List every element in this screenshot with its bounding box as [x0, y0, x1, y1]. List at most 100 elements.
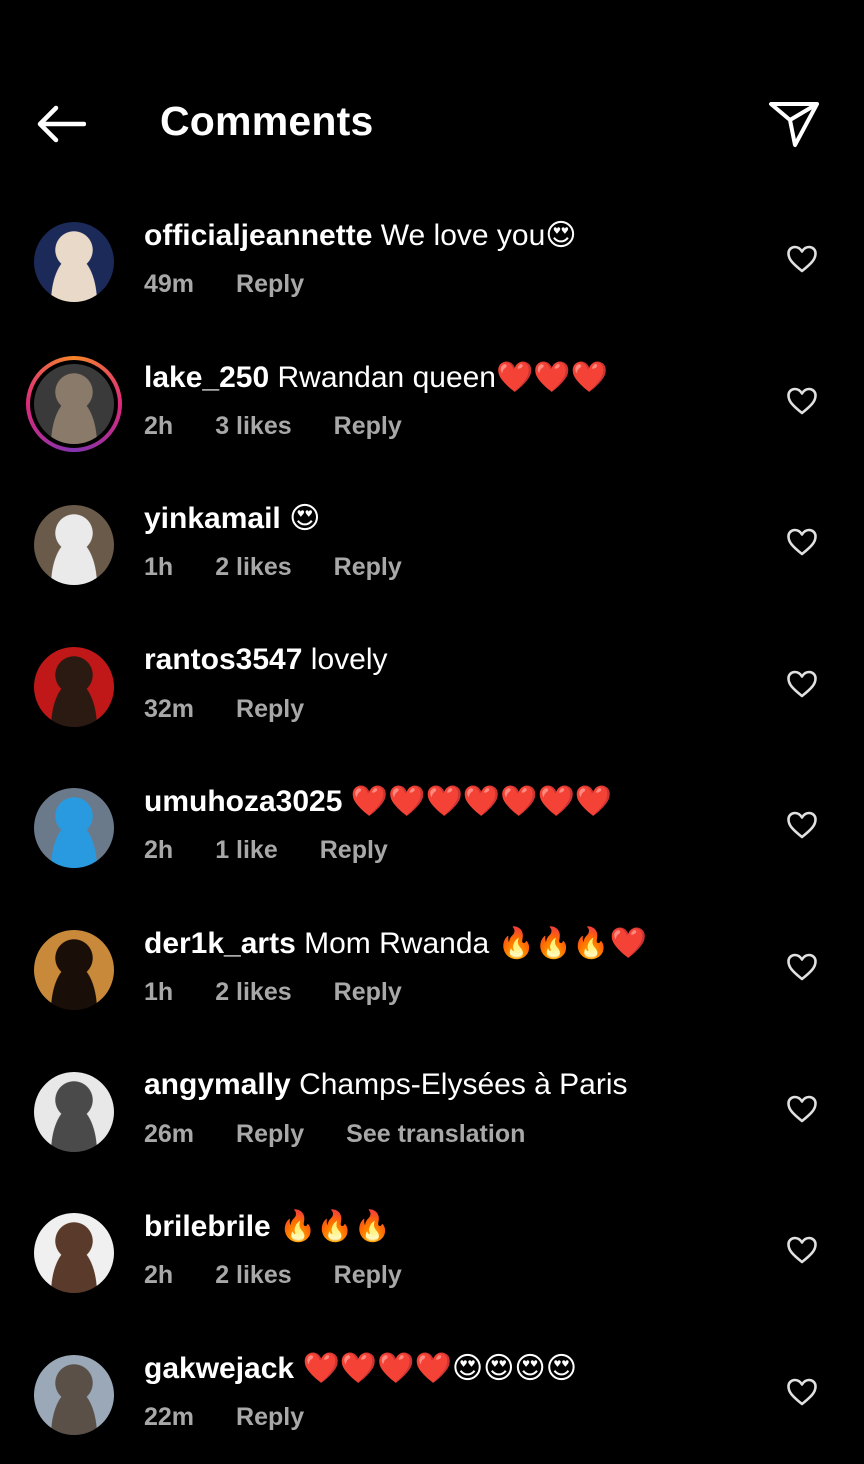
comment-likes[interactable]: 2 likes [215, 1261, 291, 1289]
comment-username[interactable]: umuhoza3025 [144, 785, 342, 818]
comment-text-line: lake_250 Rwandan queen❤️❤️❤️ [144, 360, 608, 395]
comment-username[interactable]: lake_250 [144, 361, 269, 394]
like-comment-button[interactable] [786, 1377, 818, 1407]
comment-text: 😍 [289, 502, 321, 536]
arrow-left-icon [37, 105, 86, 143]
comment-time: 2h [144, 1261, 174, 1290]
comment-time: 2h [144, 836, 174, 865]
comment-text: Champs-Elysées à Paris [299, 1067, 628, 1101]
heart-icon [787, 1236, 817, 1264]
see-translation-button[interactable]: See translation [346, 1120, 525, 1148]
avatar[interactable] [34, 788, 114, 869]
reply-button[interactable]: Reply [236, 1120, 304, 1148]
reply-button[interactable]: Reply [334, 1261, 402, 1289]
comment-text-line: umuhoza3025 ❤️❤️❤️❤️❤️❤️❤️ [144, 784, 612, 819]
comment-username[interactable]: angymally [144, 1068, 291, 1101]
comment-meta: 49m Reply [144, 270, 346, 299]
paper-plane-icon [769, 102, 819, 147]
back-button[interactable] [28, 96, 92, 152]
comment-text: Mom Rwanda 🔥🔥🔥❤️ [304, 926, 647, 960]
heart-icon [787, 953, 817, 981]
heart-icon [787, 1378, 817, 1406]
reply-button[interactable]: Reply [236, 1403, 304, 1431]
comment-row: lake_250 Rwandan queen❤️❤️❤️ 2h 3 likes Rep… [0, 332, 864, 474]
comment-text: 🔥🔥🔥 [279, 1210, 392, 1244]
reply-button[interactable]: Reply [236, 270, 304, 298]
comment-username[interactable]: gakwejack [144, 1352, 294, 1385]
avatar[interactable] [34, 222, 114, 302]
reply-button[interactable]: Reply [320, 836, 388, 864]
comment-meta: 2h 2 likes Reply [144, 1261, 444, 1290]
like-comment-button[interactable] [786, 669, 818, 699]
comment-row: der1k_arts Mom Rwanda 🔥🔥🔥❤️ 1h 2 likes Repl… [0, 898, 864, 1040]
avatar[interactable] [34, 1354, 114, 1435]
comment-time: 2h [144, 411, 174, 440]
header-bar: Comments [0, 0, 864, 200]
comment-time: 49m [144, 270, 195, 298]
comment-meta: 1h 2 likes Reply [144, 553, 444, 582]
avatar[interactable] [26, 355, 122, 452]
comment-username[interactable]: der1k_arts [144, 927, 296, 960]
comment-text-line: angymally Champs-Elysées à Paris [144, 1068, 628, 1102]
avatar[interactable] [34, 1071, 114, 1152]
comment-row: angymally Champs-Elysées à Paris 26m Reply… [0, 1040, 864, 1182]
like-comment-button[interactable] [786, 1094, 818, 1124]
reply-button[interactable]: Reply [236, 695, 304, 723]
page-title: Comments [160, 98, 374, 144]
comment-meta: 2h 1 like Reply [144, 836, 430, 865]
comment-meta: 2h 3 likes Reply [144, 412, 444, 441]
heart-icon [787, 670, 817, 698]
reply-button[interactable]: Reply [334, 553, 402, 581]
comment-text-line: gakwejack ❤️❤️❤️❤️😍😍😍😍 [144, 1351, 577, 1386]
comment-username[interactable]: officialjeannette [144, 219, 372, 252]
like-comment-button[interactable] [786, 244, 818, 274]
comment-likes[interactable]: 1 like [215, 836, 278, 864]
comment-row: yinkamail 😍 1h 2 likes Reply [0, 473, 864, 615]
avatar[interactable] [34, 929, 114, 1010]
comment-text-line: yinkamail 😍 [144, 501, 320, 536]
comment-meta: 26m Reply See translation [144, 1120, 567, 1149]
avatar[interactable] [34, 1213, 114, 1294]
comment-time: 26m [144, 1119, 195, 1148]
comment-meta: 1h 2 likes Reply [144, 978, 444, 1007]
comment-likes[interactable]: 2 likes [215, 978, 291, 1006]
comment-text-line: officialjeannette We love you😍 [144, 218, 577, 253]
comment-time: 32m [144, 694, 195, 723]
comment-text: ❤️❤️❤️❤️❤️❤️❤️ [350, 785, 613, 819]
like-comment-button[interactable] [786, 810, 818, 840]
comment-text: Rwandan queen❤️❤️❤️ [277, 360, 609, 394]
like-comment-button[interactable] [786, 527, 818, 557]
comment-row: rantos3547 lovely 32m Reply [0, 615, 864, 757]
comment-row: umuhoza3025 ❤️❤️❤️❤️❤️❤️❤️ 2h 1 like Reply [0, 756, 864, 898]
comment-text-line: brilebrile 🔥🔥🔥 [144, 1209, 391, 1244]
avatar[interactable] [34, 505, 114, 586]
heart-icon [787, 528, 817, 556]
comment-likes[interactable]: 3 likes [215, 412, 291, 440]
comment-row: brilebrile 🔥🔥🔥 2h 2 likes Reply [0, 1181, 864, 1323]
comment-text: We love you😍 [380, 219, 577, 252]
avatar[interactable] [34, 646, 114, 727]
comment-text-line: rantos3547 lovely [144, 643, 387, 677]
comment-row: officialjeannette We love you😍 49m Reply [0, 190, 864, 332]
comment-row: gakwejack ❤️❤️❤️❤️😍😍😍😍 22m Reply [0, 1323, 864, 1464]
comment-text-line: der1k_arts Mom Rwanda 🔥🔥🔥❤️ [144, 926, 647, 961]
comment-time: 1h [144, 977, 174, 1006]
heart-icon [787, 812, 817, 839]
comment-likes[interactable]: 2 likes [215, 553, 291, 581]
like-comment-button[interactable] [786, 386, 818, 416]
comment-text: ❤️❤️❤️❤️😍😍😍😍 [302, 1351, 577, 1385]
comment-username[interactable]: brilebrile [144, 1210, 271, 1243]
reply-button[interactable]: Reply [334, 978, 402, 1006]
like-comment-button[interactable] [786, 952, 818, 982]
reply-button[interactable]: Reply [334, 412, 402, 440]
comment-username[interactable]: rantos3547 [144, 643, 302, 676]
story-ring [26, 355, 122, 452]
like-comment-button[interactable] [786, 1235, 818, 1265]
comment-meta: 32m Reply [144, 695, 346, 724]
heart-icon [787, 387, 817, 414]
heart-icon [787, 245, 817, 273]
comment-list: officialjeannette We love you😍 49m Reply la… [0, 190, 864, 1464]
comment-time: 22m [144, 1402, 195, 1431]
share-button[interactable] [764, 96, 824, 152]
comment-username[interactable]: yinkamail [144, 502, 281, 535]
